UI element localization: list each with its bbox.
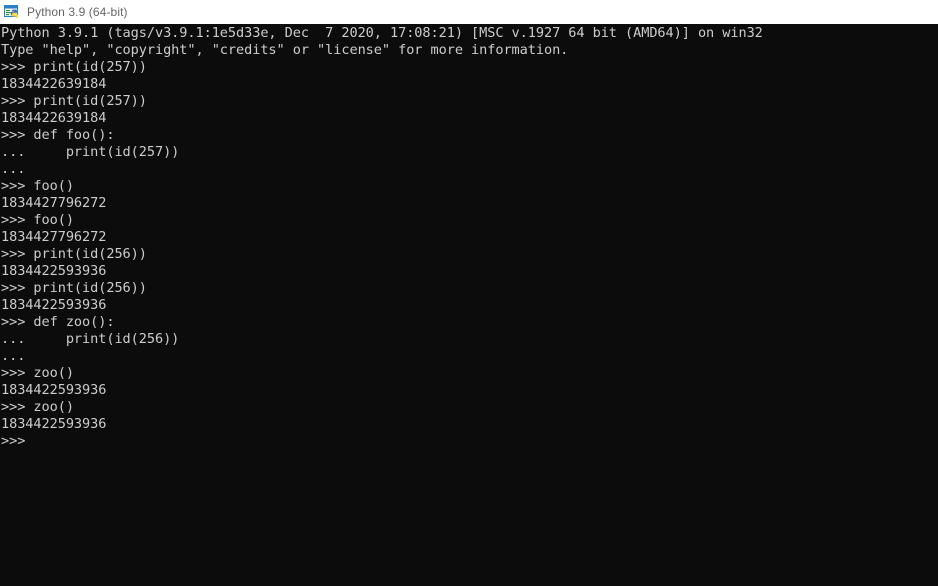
console-line: >>> print(id(256)) <box>1 280 147 296</box>
console-line: 1834422593936 <box>1 297 107 313</box>
console-line: Type "help", "copyright", "credits" or "… <box>1 42 569 58</box>
console-line: >>> foo() <box>1 178 74 194</box>
console-line: 1834427796272 <box>1 195 107 211</box>
console-line: Python 3.9.1 (tags/v3.9.1:1e5d33e, Dec 7… <box>1 25 763 41</box>
console-line: >>> zoo() <box>1 399 74 415</box>
console-line: >>> print(id(256)) <box>1 246 147 262</box>
console-line: >>> <box>1 433 26 449</box>
console-line: >>> print(id(257)) <box>1 93 147 109</box>
window-title-label: Python 3.9 (64-bit) <box>27 5 128 19</box>
console-line: >>> def foo(): <box>1 127 115 143</box>
python-console-window: Python 3.9 (64-bit) Python 3.9.1 (tags/v… <box>0 0 938 586</box>
console-line: ... <box>1 161 26 177</box>
python-console-icon <box>4 4 20 20</box>
console-line: 1834422593936 <box>1 416 107 432</box>
console-line: ... print(id(256)) <box>1 331 180 347</box>
console-line: >>> zoo() <box>1 365 74 381</box>
console-line: >>> foo() <box>1 212 74 228</box>
console-line: >>> def zoo(): <box>1 314 115 330</box>
console-line: ... <box>1 348 26 364</box>
console-line: 1834427796272 <box>1 229 107 245</box>
console-line: 1834422639184 <box>1 76 107 92</box>
console-line: >>> print(id(257)) <box>1 59 147 75</box>
console-text: Python 3.9.1 (tags/v3.9.1:1e5d33e, Dec 7… <box>0 24 938 450</box>
console-line: 1834422639184 <box>1 110 107 126</box>
console-line: 1834422593936 <box>1 263 107 279</box>
window-titlebar[interactable]: Python 3.9 (64-bit) <box>0 0 938 24</box>
console-line: 1834422593936 <box>1 382 107 398</box>
console-line: ... print(id(257)) <box>1 144 180 160</box>
console-output-area[interactable]: Python 3.9.1 (tags/v3.9.1:1e5d33e, Dec 7… <box>0 24 938 586</box>
